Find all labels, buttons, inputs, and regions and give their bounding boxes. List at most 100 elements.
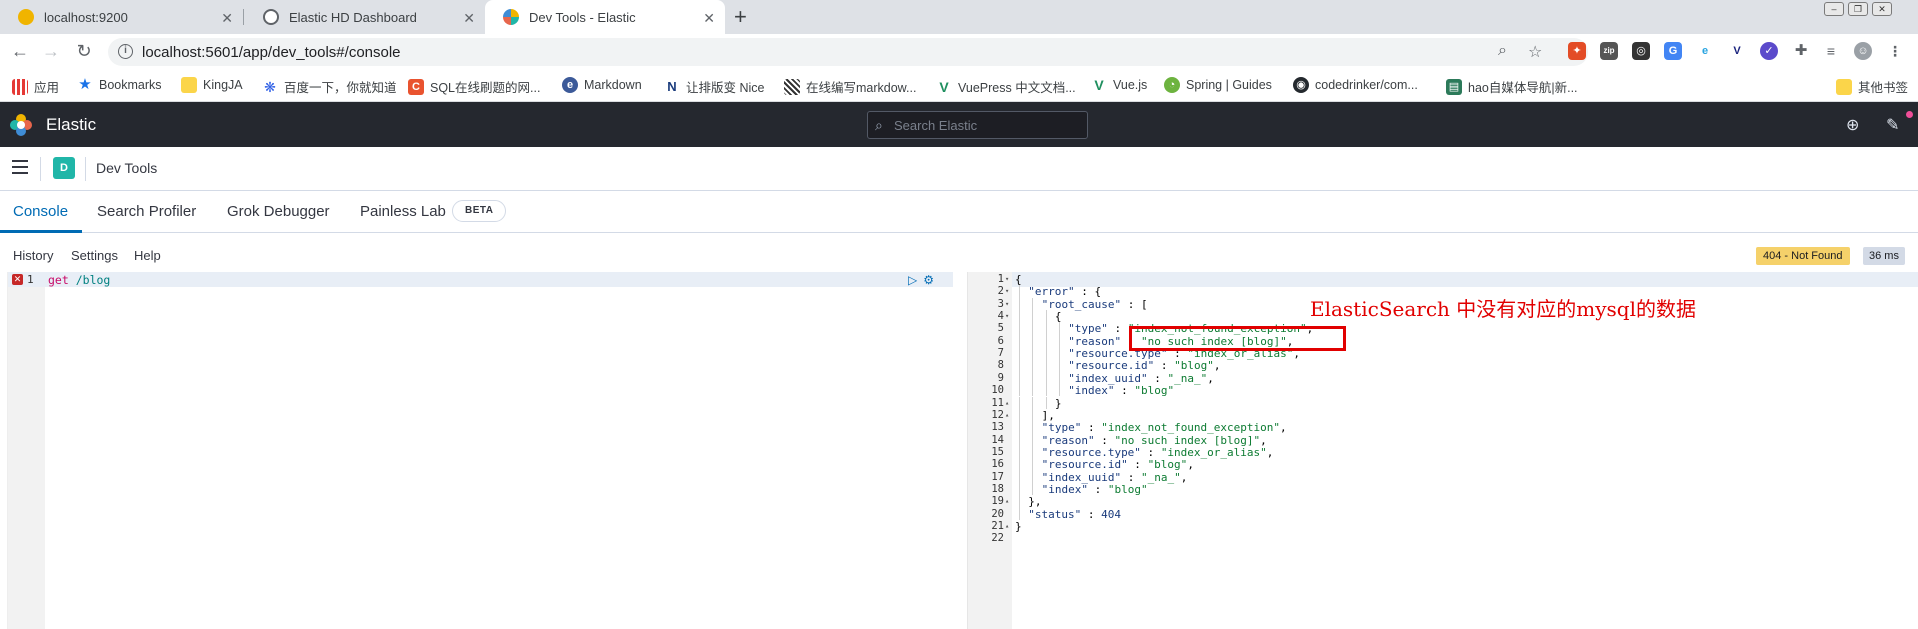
json-token: { [1054, 310, 1062, 324]
extension-icon[interactable]: V [1728, 42, 1746, 60]
line-number: 22 [991, 532, 1004, 545]
bookmark-item[interactable]: ◔ Spring | Guides [1164, 77, 1272, 93]
menu-hamburger-icon[interactable] [12, 160, 28, 178]
close-icon[interactable]: ✕ [463, 10, 475, 27]
restore-window-icon[interactable]: ❐ [1848, 2, 1868, 16]
line-number: 13 [991, 421, 1004, 434]
bookmark-item[interactable]: 应用 [12, 77, 59, 96]
line-number: 1 [27, 273, 34, 286]
new-tab-plus-icon[interactable]: + [734, 4, 747, 30]
zoom-magnifier-icon[interactable]: ⌕ [1498, 42, 1507, 60]
indent-guide [1019, 359, 1020, 372]
line-number: 21 [991, 520, 1004, 532]
json-token: "root_cause" [1041, 297, 1122, 311]
browser-tab[interactable]: localhost:9200 ✕ [0, 0, 244, 34]
space-avatar[interactable]: D [53, 157, 75, 179]
url-text[interactable]: localhost:5601/app/dev_tools#/console [142, 44, 401, 61]
fold-toggle-icon[interactable]: ▾ [1005, 312, 1009, 320]
indent-guide [1019, 384, 1020, 397]
help-link[interactable]: Help [134, 248, 161, 263]
minimize-window-icon[interactable]: – [1824, 2, 1844, 16]
search-icon: ⌕ [875, 117, 883, 133]
bookmark-item[interactable]: ▤ hao自媒体导航|新... [1446, 77, 1578, 96]
status-badge: 404 - Not Found [1756, 247, 1850, 265]
bookmark-item[interactable]: e Markdown [562, 77, 642, 93]
tab-grok-debugger[interactable]: Grok Debugger [227, 203, 330, 220]
indent-guide [1032, 371, 1034, 385]
gitzip-extension-icon[interactable]: zip [1600, 42, 1618, 60]
news-feed-icon[interactable]: ✎ [1886, 115, 1899, 135]
reading-list-icon[interactable]: ≡ [1822, 42, 1840, 60]
browser-tab[interactable]: Elastic HD Dashboard ✕ [245, 0, 485, 34]
json-token: "type" [1041, 421, 1082, 435]
fold-toggle-icon[interactable]: ▾ [1005, 287, 1009, 295]
json-token: "resource.id" [1068, 359, 1155, 373]
indent-guide [1019, 507, 1020, 520]
pane-resizer[interactable] [953, 272, 967, 629]
bookmark-label: SQL在线刷题的网... [430, 81, 541, 95]
bookmark-item[interactable]: V VuePress 中文文档... [936, 77, 1075, 96]
request-actions: ▷ ⚙ [908, 273, 934, 287]
puzzle-extensions-icon[interactable]: ✚ [1792, 42, 1810, 60]
elastic-logo-icon[interactable] [9, 113, 33, 137]
fold-toggle-icon[interactable]: ▾ [1005, 300, 1009, 308]
bookmark-item[interactable]: N 让排版变 Nice [664, 77, 764, 96]
bookmark-item[interactable]: KingJA [181, 77, 243, 93]
address-bar[interactable]: i localhost:5601/app/dev_tools#/console … [108, 38, 1588, 66]
line-number: 7 [997, 347, 1004, 360]
spring-icon: ◔ [1164, 77, 1180, 93]
request-editor[interactable]: ✕ 1 get /blog ▷ ⚙ [7, 272, 954, 629]
browser-tab-active[interactable]: Dev Tools - Elastic ✕ [485, 0, 725, 34]
bookmark-label: Markdown [584, 78, 642, 92]
tab-painless-lab[interactable]: Painless Lab [360, 203, 446, 220]
fold-toggle-icon[interactable]: ▴ [1005, 497, 1009, 505]
bookmark-item[interactable]: V Vue.js [1091, 77, 1147, 93]
indent-guide [1032, 433, 1034, 446]
close-icon[interactable]: ✕ [221, 10, 233, 27]
indent-guide [1058, 371, 1060, 385]
global-search-input[interactable]: ⌕ Search Elastic [867, 111, 1088, 139]
json-token: : [1114, 384, 1135, 398]
close-icon[interactable]: ✕ [703, 10, 715, 27]
bookmark-item[interactable]: 在线编写markdow... [784, 77, 916, 96]
request-line[interactable]: get /blog [48, 273, 110, 287]
bookmark-item[interactable]: ❋ 百度一下，你就知道 [262, 77, 396, 96]
error-marker-icon[interactable]: ✕ [12, 274, 23, 285]
tab-search-profiler[interactable]: Search Profiler [97, 203, 196, 220]
fold-toggle-icon[interactable]: ▴ [1005, 522, 1009, 530]
bookmark-star-icon[interactable]: ☆ [1528, 42, 1542, 62]
baidu-icon: ❋ [264, 78, 276, 95]
response-code: "index" : "blog" [1068, 384, 1174, 397]
settings-link[interactable]: Settings [71, 248, 118, 263]
fold-toggle-icon[interactable]: ▾ [1005, 275, 1009, 283]
response-viewer[interactable]: 1 ▾{2 ▾ "error" : {3 ▾ "root_cause" : [4 ▾{5 "t… [967, 272, 1918, 629]
translate-extension-icon[interactable]: G [1664, 42, 1682, 60]
tab-console[interactable]: Console [13, 203, 68, 220]
brand-name[interactable]: Elastic [46, 115, 96, 135]
fold-toggle-icon[interactable]: ▴ [1005, 411, 1009, 419]
extension-icon[interactable]: ◎ [1632, 42, 1650, 60]
play-send-request-icon[interactable]: ▷ [908, 273, 917, 287]
bookmark-item[interactable]: ◉ codedrinker/com... [1293, 77, 1418, 93]
other-bookmarks[interactable]: 其他书签 [1836, 77, 1908, 96]
bookmark-item[interactable]: C SQL在线刷题的网... [408, 77, 540, 96]
fold-toggle-icon[interactable]: ▴ [1005, 399, 1009, 407]
close-window-icon[interactable]: ✕ [1872, 2, 1892, 16]
extension-icon[interactable]: e [1696, 42, 1714, 60]
extension-icon[interactable]: ✓ [1760, 42, 1778, 60]
bookmark-item[interactable]: ★ Bookmarks [77, 77, 161, 93]
json-token: "index" [1041, 482, 1088, 496]
history-link[interactable]: History [13, 248, 53, 263]
site-info-icon[interactable]: i [118, 44, 133, 59]
more-menu-icon[interactable]: ⋮ [1886, 42, 1904, 60]
response-code: { [1055, 310, 1062, 323]
response-code: "reason" : "no such index [blog]", [1042, 434, 1267, 447]
back-arrow-icon[interactable]: ← [9, 41, 31, 62]
reload-icon[interactable]: ↻ [73, 41, 95, 62]
help-lifebuoy-icon[interactable]: ⊕ [1846, 115, 1859, 135]
profile-avatar-icon[interactable]: ☺ [1854, 42, 1872, 60]
wrench-settings-icon[interactable]: ⚙ [923, 273, 934, 287]
forward-arrow-icon[interactable]: → [40, 41, 62, 62]
extension-icon[interactable]: ✦ [1568, 42, 1586, 60]
json-token: , [1207, 371, 1214, 385]
